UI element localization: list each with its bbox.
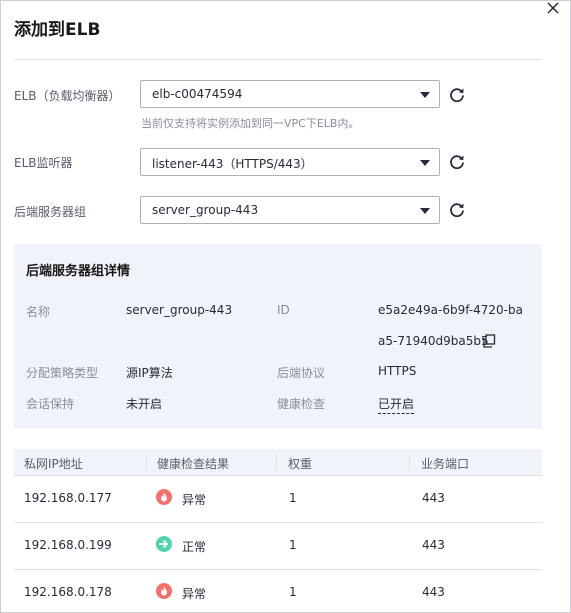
row-ip: 192.168.0.178	[24, 585, 112, 599]
row-health-status: 异常	[182, 587, 207, 601]
column-header-health: 健康检查结果	[157, 457, 230, 471]
column-header-port: 业务端口	[421, 457, 470, 471]
detail-title: 后端服务器组详情	[26, 264, 131, 279]
table-row: 192.168.0.199 正常 1 443	[14, 523, 542, 570]
elb-select[interactable]: elb-c00474594	[140, 80, 440, 108]
ok-status-icon	[156, 536, 172, 552]
refresh-icon[interactable]	[448, 201, 466, 219]
protocol-value: HTTPS	[378, 364, 417, 378]
policy-value: 源IP算法	[126, 366, 173, 380]
name-value: server_group-443	[126, 303, 233, 317]
column-header-ip: 私网IP地址	[24, 457, 83, 471]
error-status-icon	[156, 583, 172, 599]
row-ip: 192.168.0.199	[24, 538, 112, 552]
close-icon[interactable]	[546, 1, 560, 15]
id-label: ID	[277, 303, 290, 317]
table-header: 私网IP地址 健康检查结果 权重 业务端口	[14, 449, 542, 476]
session-value: 未开启	[126, 397, 163, 411]
protocol-label: 后端协议	[277, 366, 326, 380]
elb-label: ELB（负载均衡器）	[14, 89, 121, 103]
dialog-title: 添加到ELB	[14, 20, 101, 40]
session-label: 会话保持	[26, 397, 75, 411]
listener-select[interactable]: listener-443（HTTPS/443）	[140, 148, 440, 176]
elb-hint: 当前仅支持将实例添加到同一VPC下ELB内。	[141, 117, 360, 130]
row-weight: 1	[289, 491, 297, 505]
chevron-down-icon	[420, 160, 430, 166]
row-port: 443	[422, 538, 445, 552]
elb-select-value: elb-c00474594	[152, 87, 243, 101]
name-label: 名称	[26, 305, 51, 319]
row-weight: 1	[289, 538, 297, 552]
refresh-icon[interactable]	[448, 153, 466, 171]
row-port: 443	[422, 491, 445, 505]
refresh-icon[interactable]	[448, 86, 466, 104]
add-to-elb-dialog: 添加到ELB ELB（负载均衡器） elb-c00474594 当前仅支持将实例…	[0, 0, 571, 613]
row-ip: 192.168.0.177	[24, 491, 112, 505]
copy-icon[interactable]	[482, 334, 496, 348]
server-group-detail-panel: 后端服务器组详情 名称 server_group-443 ID e5a2e49a…	[14, 244, 542, 429]
health-check-value[interactable]: 已开启	[378, 395, 415, 414]
server-group-select-value: server_group-443	[152, 203, 259, 217]
row-port: 443	[422, 585, 445, 599]
id-value-line1: e5a2e49a-6b9f-4720-ba	[378, 303, 523, 317]
policy-label: 分配策略类型	[26, 366, 99, 380]
chevron-down-icon	[420, 208, 430, 214]
server-group-label: 后端服务器组	[14, 205, 87, 219]
listener-label: ELB监听器	[14, 156, 73, 170]
row-health-status: 正常	[182, 540, 207, 554]
listener-select-value: listener-443（HTTPS/443）	[152, 157, 313, 171]
health-check-label: 健康检查	[277, 397, 326, 411]
table-row: 192.168.0.177 异常 1 443	[14, 476, 542, 523]
error-status-icon	[156, 489, 172, 505]
row-weight: 1	[289, 585, 297, 599]
row-health-status: 异常	[182, 493, 207, 507]
column-divider	[409, 455, 410, 470]
table-row: 192.168.0.178 异常 1 443	[14, 570, 542, 612]
id-value-line2: a5-71940d9ba5b5	[378, 334, 489, 348]
column-header-weight: 权重	[288, 457, 313, 471]
title-divider	[14, 59, 542, 60]
server-group-select[interactable]: server_group-443	[140, 196, 440, 224]
chevron-down-icon	[420, 92, 430, 98]
column-divider	[146, 455, 147, 470]
column-divider	[276, 455, 277, 470]
